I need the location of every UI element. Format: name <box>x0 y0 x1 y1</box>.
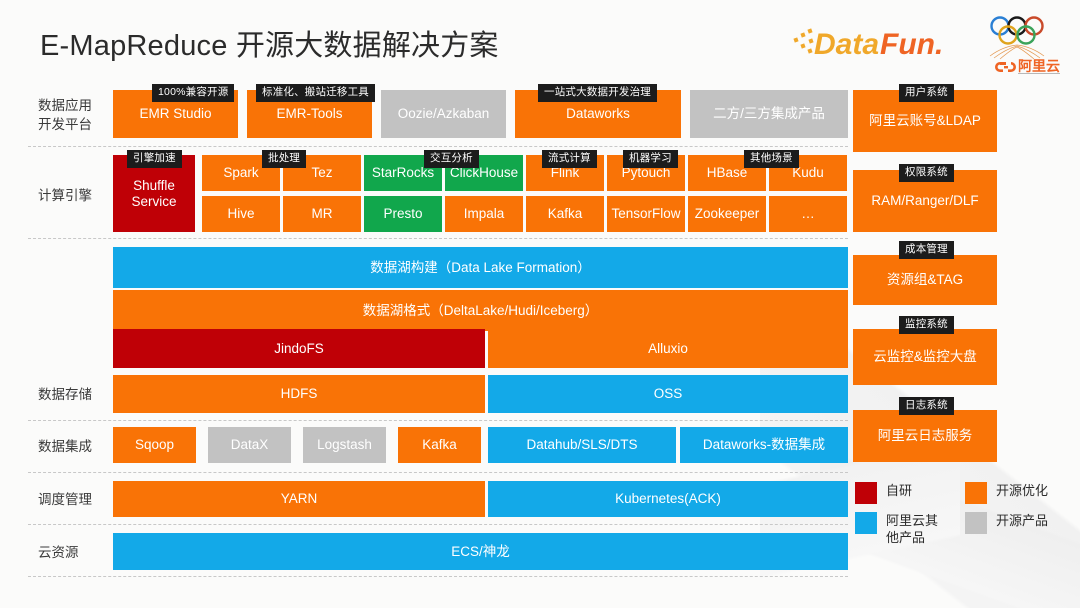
legend-item-open-source-product: 开源产品 <box>965 512 1075 534</box>
legend-item-open-source-optimized: 开源优化 <box>965 482 1075 504</box>
box-oss[interactable]: OSS <box>488 375 848 413</box>
svg-text:Data: Data <box>814 28 879 61</box>
box-jindofs[interactable]: JindoFS <box>113 329 485 368</box>
separator-1 <box>28 146 848 147</box>
box-resource-group-tag[interactable]: 资源组&TAG <box>853 255 997 305</box>
tag-permission-system: 权限系统 <box>899 164 954 182</box>
legend-item-aliyun-other: 阿里云其他产品 <box>855 512 965 546</box>
tag-compat-open-source: 100%兼容开源 <box>152 84 235 102</box>
box-kafka-integration[interactable]: Kafka <box>398 427 481 463</box>
legend-swatch-orange <box>965 482 987 504</box>
separator-2 <box>28 238 848 239</box>
box-hdfs[interactable]: HDFS <box>113 375 485 413</box>
box-kafka-compute[interactable]: Kafka <box>526 196 604 232</box>
box-dataworks-integration[interactable]: Dataworks-数据集成 <box>680 427 848 463</box>
aliyun-logo: 阿里云 <box>980 12 1072 75</box>
box-oozie-azkaban[interactable]: Oozie/Azkaban <box>381 90 506 138</box>
tag-engine-accel: 引擎加速 <box>127 150 182 168</box>
svg-text:Fun.: Fun. <box>880 28 942 61</box>
separator-3 <box>28 420 848 421</box>
tag-interactive-analysis: 交互分析 <box>424 150 479 168</box>
box-presto[interactable]: Presto <box>364 196 442 232</box>
tag-user-system: 用户系统 <box>899 84 954 102</box>
page-title: E-MapReduce 开源大数据解决方案 <box>40 30 499 62</box>
legend-item-self-developed: 自研 <box>855 482 965 504</box>
box-kubernetes-ack[interactable]: Kubernetes(ACK) <box>488 481 848 517</box>
row-label-compute-engine: 计算引擎 <box>38 188 92 203</box>
slide-canvas: E-MapReduce 开源大数据解决方案 Data Fun. 阿里云 数据应用… <box>0 0 1080 608</box>
box-zookeeper[interactable]: Zookeeper <box>688 196 766 232</box>
box-alluxio[interactable]: Alluxio <box>488 329 848 368</box>
box-yarn[interactable]: YARN <box>113 481 485 517</box>
tag-machine-learning: 机器学习 <box>623 150 678 168</box>
datafun-logo: Data Fun. <box>792 24 943 62</box>
box-logstash[interactable]: Logstash <box>303 427 386 463</box>
separator-4 <box>28 472 848 473</box>
box-impala[interactable]: Impala <box>445 196 523 232</box>
separator-6 <box>28 576 848 577</box>
tag-standardize-migrate: 标准化、搬站迁移工具 <box>256 84 375 102</box>
tag-cost-management: 成本管理 <box>899 241 954 259</box>
tag-stream-compute: 流式计算 <box>542 150 597 168</box>
row-label-app-platform: 数据应用 开发平台 <box>38 98 92 132</box>
row-label-data-storage: 数据存储 <box>38 387 92 402</box>
box-hive[interactable]: Hive <box>202 196 280 232</box>
legend-row-2: 阿里云其他产品 开源产品 <box>855 512 1075 546</box>
tag-batch-process: 批处理 <box>262 150 307 168</box>
box-aliyun-log-service[interactable]: 阿里云日志服务 <box>853 410 997 462</box>
legend-swatch-red <box>855 482 877 504</box>
legend-swatch-gray <box>965 512 987 534</box>
legend-label-self-developed: 自研 <box>886 483 913 498</box>
legend-label-open-source-product: 开源产品 <box>996 513 1049 528</box>
box-mr[interactable]: MR <box>283 196 361 232</box>
tag-log-system: 日志系统 <box>899 397 954 415</box>
box-others-ellipsis[interactable]: … <box>769 196 847 232</box>
legend-label-open-source-optimized: 开源优化 <box>996 483 1049 498</box>
row-label-schedule-mgmt: 调度管理 <box>38 492 92 507</box>
legend: 自研 开源优化 阿里云其他产品 开源产品 <box>855 482 1075 554</box>
row-label-cloud-resource: 云资源 <box>38 545 79 560</box>
box-cloud-monitor[interactable]: 云监控&监控大盘 <box>853 329 997 385</box>
box-tensorflow[interactable]: TensorFlow <box>607 196 685 232</box>
box-ecs-shenlong[interactable]: ECS/神龙 <box>113 533 848 570</box>
box-data-lake-format[interactable]: 数据湖格式（DeltaLake/Hudi/Iceberg） <box>113 290 848 331</box>
svg-text:阿里云: 阿里云 <box>1018 58 1060 74</box>
tag-one-stop-bigdata: 一站式大数据开发治理 <box>538 84 657 102</box>
legend-row-1: 自研 开源优化 <box>855 482 1075 504</box>
separator-5 <box>28 524 848 525</box>
tag-monitor-system: 监控系统 <box>899 316 954 334</box>
box-datax[interactable]: DataX <box>208 427 291 463</box>
box-sqoop[interactable]: Sqoop <box>113 427 196 463</box>
box-data-lake-formation[interactable]: 数据湖构建（Data Lake Formation） <box>113 247 848 288</box>
row-label-data-integration: 数据集成 <box>38 439 92 454</box>
box-datahub-sls-dts[interactable]: Datahub/SLS/DTS <box>488 427 676 463</box>
legend-label-aliyun-other: 阿里云其他产品 <box>886 513 939 545</box>
box-third-party-integration[interactable]: 二方/三方集成产品 <box>690 90 848 138</box>
legend-swatch-blue <box>855 512 877 534</box>
tag-other-scenarios: 其他场景 <box>744 150 799 168</box>
